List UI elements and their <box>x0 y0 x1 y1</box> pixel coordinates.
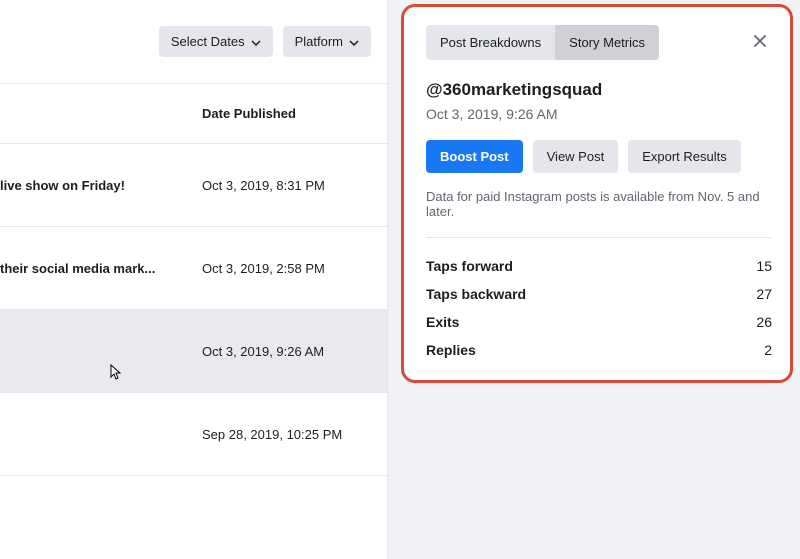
close-icon <box>752 37 768 52</box>
view-post-button[interactable]: View Post <box>533 140 619 173</box>
metric-value: 15 <box>756 258 772 274</box>
table-row[interactable]: their social media mark... Oct 3, 2019, … <box>0 227 387 310</box>
post-text: live show on Friday! <box>0 178 125 193</box>
table-row[interactable]: Sep 28, 2019, 10:25 PM <box>0 393 387 476</box>
metric-row: Taps backward 27 <box>426 280 772 308</box>
post-date: Oct 3, 2019, 2:58 PM <box>202 261 325 276</box>
table-row[interactable]: Oct 3, 2019, 9:26 AM <box>0 310 387 393</box>
metric-label: Taps backward <box>426 286 526 302</box>
platform-label: Platform <box>295 34 343 49</box>
tab-label: Story Metrics <box>569 35 645 50</box>
platform-button[interactable]: Platform <box>283 26 371 57</box>
metric-label: Exits <box>426 314 459 330</box>
table-row[interactable]: live show on Friday! Oct 3, 2019, 8:31 P… <box>0 144 387 227</box>
post-text: their social media mark... <box>0 261 155 276</box>
metric-row: Taps forward 15 <box>426 252 772 280</box>
metric-value: 2 <box>764 342 772 358</box>
metric-value: 27 <box>756 286 772 302</box>
post-date: Sep 28, 2019, 10:25 PM <box>202 427 342 442</box>
select-dates-button[interactable]: Select Dates <box>159 26 273 57</box>
story-metrics-card: Post Breakdowns Story Metrics @360market… <box>401 4 793 383</box>
boost-post-button[interactable]: Boost Post <box>426 140 523 173</box>
metric-row: Replies 2 <box>426 336 772 364</box>
metric-value: 26 <box>756 314 772 330</box>
list-header-row: Date Published <box>0 84 387 144</box>
tab-post-breakdowns[interactable]: Post Breakdowns <box>426 25 555 60</box>
data-availability-note: Data for paid Instagram posts is availab… <box>426 189 772 238</box>
metric-label: Taps forward <box>426 258 513 274</box>
actions-row: Boost Post View Post Export Results <box>426 140 772 173</box>
tabs-row: Post Breakdowns Story Metrics <box>426 25 772 60</box>
cursor-icon <box>106 364 122 380</box>
metric-row: Exits 26 <box>426 308 772 336</box>
metric-label: Replies <box>426 342 476 358</box>
post-date: Oct 3, 2019, 9:26 AM <box>202 344 324 359</box>
chevron-down-icon <box>251 34 261 49</box>
chevron-down-icon <box>349 34 359 49</box>
details-panel: Post Breakdowns Story Metrics @360market… <box>388 0 800 559</box>
tab-label: Post Breakdowns <box>440 35 541 50</box>
close-button[interactable] <box>748 29 772 56</box>
date-published-header: Date Published <box>202 106 296 121</box>
tab-story-metrics[interactable]: Story Metrics <box>555 25 659 60</box>
select-dates-label: Select Dates <box>171 34 245 49</box>
export-results-button[interactable]: Export Results <box>628 140 741 173</box>
toolbar: Select Dates Platform <box>0 0 387 84</box>
post-date: Oct 3, 2019, 8:31 PM <box>202 178 325 193</box>
post-timestamp: Oct 3, 2019, 9:26 AM <box>426 106 772 122</box>
posts-list-panel: Select Dates Platform Date Published liv… <box>0 0 388 559</box>
account-title: @360marketingsquad <box>426 80 772 100</box>
